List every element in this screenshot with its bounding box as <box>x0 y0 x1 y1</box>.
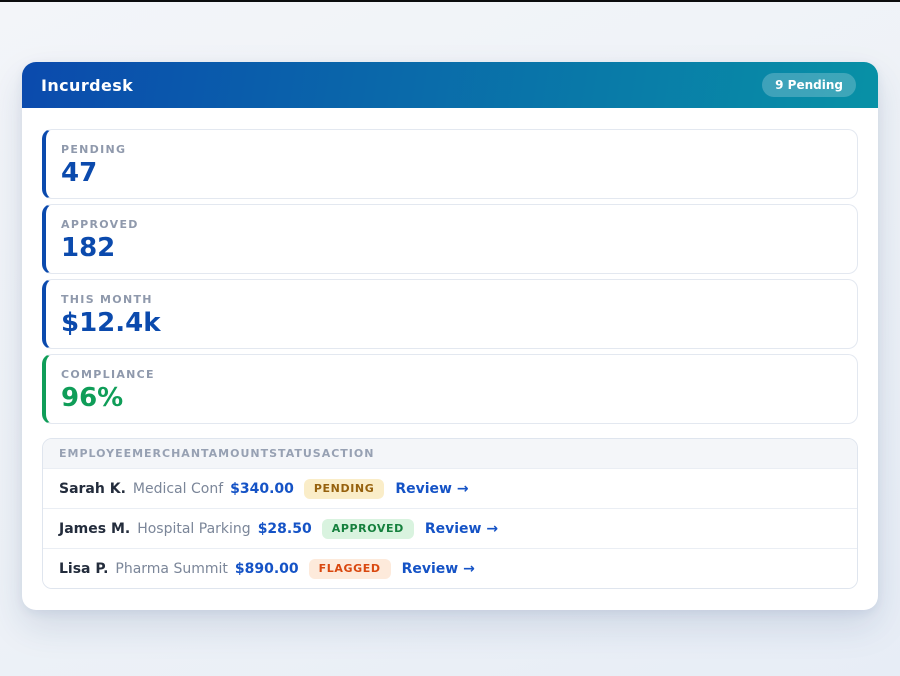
table-header-row: EMPLOYEEMERCHANTAMOUNTSTATUSACTION <box>43 439 857 468</box>
stat-card: PENDING 47 <box>42 129 858 199</box>
table-row[interactable]: Lisa P. Pharma Summit $890.00 FLAGGED Re… <box>43 548 857 588</box>
column-header: STATUS <box>269 447 322 460</box>
column-header: ACTION <box>322 447 375 460</box>
employee-name: James M. <box>59 521 130 537</box>
stat-card: THIS MONTH $12.4k <box>42 279 858 349</box>
top-divider <box>0 0 900 2</box>
stat-value: 96% <box>61 384 841 413</box>
review-link[interactable]: Review → <box>395 481 468 497</box>
app-title: Incurdesk <box>41 76 133 95</box>
table-row[interactable]: Sarah K. Medical Conf $340.00 PENDING Re… <box>43 468 857 508</box>
pending-count-badge[interactable]: 9 Pending <box>762 73 856 97</box>
stat-label: COMPLIANCE <box>61 368 841 381</box>
status-badge: APPROVED <box>322 519 414 539</box>
merchant-name: Hospital Parking <box>137 521 250 537</box>
employee-name: Sarah K. <box>59 481 126 497</box>
page-background: Incurdesk 9 Pending PENDING 47 APPROVED … <box>0 0 900 676</box>
merchant-name: Medical Conf <box>133 481 223 497</box>
stat-value: $12.4k <box>61 309 841 338</box>
app-header: Incurdesk 9 Pending <box>22 62 878 108</box>
incurdesk-window: Incurdesk 9 Pending PENDING 47 APPROVED … <box>22 62 878 610</box>
stat-label: APPROVED <box>61 218 841 231</box>
review-link[interactable]: Review → <box>402 561 475 577</box>
main-content: PENDING 47 APPROVED 182 THIS MONTH $12.4… <box>22 108 878 610</box>
amount-value: $28.50 <box>258 521 312 537</box>
employee-name: Lisa P. <box>59 561 108 577</box>
column-header: MERCHANT <box>132 447 209 460</box>
column-header: AMOUNT <box>209 447 269 460</box>
table-row[interactable]: James M. Hospital Parking $28.50 APPROVE… <box>43 508 857 548</box>
column-header: EMPLOYEE <box>59 447 132 460</box>
stat-value: 47 <box>61 159 841 188</box>
amount-value: $340.00 <box>230 481 294 497</box>
stat-label: PENDING <box>61 143 841 156</box>
stat-label: THIS MONTH <box>61 293 841 306</box>
expenses-table: EMPLOYEEMERCHANTAMOUNTSTATUSACTION Sarah… <box>42 438 858 589</box>
stat-card: COMPLIANCE 96% <box>42 354 858 424</box>
stat-card: APPROVED 182 <box>42 204 858 274</box>
status-badge: PENDING <box>304 479 384 499</box>
table-body: Sarah K. Medical Conf $340.00 PENDING Re… <box>43 468 857 588</box>
stat-value: 182 <box>61 234 841 263</box>
stats-list: PENDING 47 APPROVED 182 THIS MONTH $12.4… <box>42 129 858 424</box>
amount-value: $890.00 <box>235 561 299 577</box>
status-badge: FLAGGED <box>309 559 391 579</box>
merchant-name: Pharma Summit <box>115 561 228 577</box>
review-link[interactable]: Review → <box>425 521 498 537</box>
